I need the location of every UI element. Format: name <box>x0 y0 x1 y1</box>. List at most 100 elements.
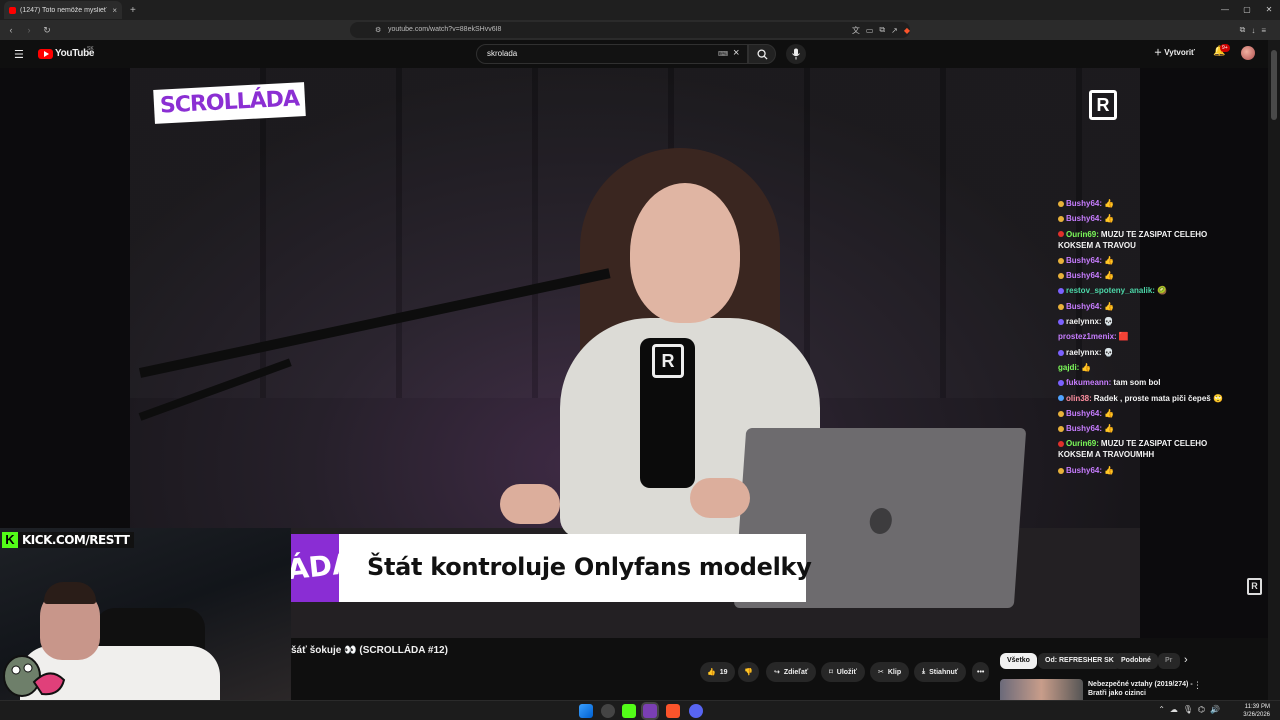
chat-badge-icon <box>1058 426 1064 433</box>
create-button[interactable]: ＋ Vytvoriť <box>1154 47 1195 58</box>
chip-from-channel[interactable]: Od: REFRESHER SK <box>1038 653 1121 669</box>
maximize-button[interactable]: ▢ <box>1236 0 1258 20</box>
brave-browser-icon[interactable] <box>666 704 680 718</box>
system-clock[interactable]: 11:39 PM 3/26/2026 <box>1243 703 1270 719</box>
lower-third-brand: ÁDA <box>291 534 339 602</box>
chip-related[interactable]: Podobné <box>1114 653 1158 669</box>
download-button[interactable]: ⤓ Stiahnuť <box>914 662 967 682</box>
chip-all[interactable]: Všetko <box>1000 653 1037 669</box>
host-hands <box>500 478 760 528</box>
chat-message: Bushy64: 👍 <box>1058 423 1223 434</box>
clip-button[interactable]: ✂ Klip <box>870 662 910 682</box>
chips-next-icon[interactable]: › <box>1184 654 1188 666</box>
chat-text: 👍 <box>1104 408 1114 418</box>
chat-message: raelynnx: 💀 <box>1058 316 1223 327</box>
like-button[interactable]: 👍 19 <box>700 662 735 682</box>
host-face <box>630 183 740 323</box>
chat-username: raelynnx: <box>1066 317 1102 327</box>
hamburger-menu-icon[interactable]: ☰ <box>14 48 24 61</box>
clip-label: Klip <box>887 668 902 676</box>
chat-message: Ourin69: MUZU TE ZASIPAT CELEHO KOKSEM A … <box>1058 229 1223 251</box>
dislike-button[interactable]: 👎 <box>738 662 759 682</box>
clear-search-icon[interactable]: × <box>733 47 739 59</box>
screenshot-icon[interactable]: ⧉ <box>879 25 885 35</box>
back-arrow-icon[interactable]: ‹ <box>4 25 18 35</box>
chat-text: 👍 <box>1104 255 1114 265</box>
search-button[interactable] <box>748 44 776 64</box>
forward-arrow-icon[interactable]: › <box>22 25 36 35</box>
chat-username: restov_spoteny_analik: <box>1066 286 1155 296</box>
url-field[interactable]: youtube.com/watch?v=88ekSHvv6I8 <box>350 22 910 38</box>
save-label: Uložiť <box>836 668 857 676</box>
search-icon <box>757 49 768 60</box>
mic-tray-icon[interactable]: 🎙 <box>1183 705 1193 714</box>
voice-search-button[interactable] <box>786 44 806 64</box>
menu-icon[interactable]: ≡ <box>1261 26 1266 35</box>
save-button[interactable]: ⌑ Uložiť <box>821 662 865 682</box>
share-button[interactable]: ↪ Zdieľať <box>766 662 817 682</box>
chat-badge-icon <box>1058 200 1064 207</box>
chip-more[interactable]: Pr <box>1158 653 1180 669</box>
account-avatar[interactable] <box>1241 46 1255 60</box>
tray-overflow-icon[interactable]: ⌃ <box>1158 705 1165 714</box>
minimize-button[interactable]: — <box>1214 0 1236 20</box>
brave-shield-icon[interactable]: ◆ <box>904 26 910 35</box>
search-input[interactable]: skrolada <box>476 44 748 64</box>
window-controls: — ▢ ✕ <box>1214 0 1280 20</box>
chat-username: Bushy64: <box>1066 301 1103 311</box>
chat-badge-icon <box>1058 216 1064 223</box>
thumbs-up-icon: 👍 <box>707 669 716 676</box>
streamer-hair <box>44 582 96 604</box>
chat-badge-icon <box>1058 303 1064 310</box>
new-tab-button[interactable]: + <box>130 5 136 16</box>
chat-text: 🟥 <box>1118 332 1129 342</box>
chat-text: 👍 <box>1104 424 1114 434</box>
plus-icon: ＋ <box>1154 48 1162 57</box>
recommended-menu-icon[interactable]: ⋮ <box>1193 680 1202 691</box>
cloud-icon[interactable]: ☁ <box>1170 705 1178 714</box>
reload-icon[interactable]: ↻ <box>40 25 54 36</box>
chat-message: fukumeann: tam som bol <box>1058 377 1223 388</box>
chat-text: 👍 <box>1104 214 1114 224</box>
bookmark-save-icon: ⌑ <box>829 669 833 676</box>
site-info-icon[interactable]: ⚙ <box>375 26 381 34</box>
youtube-favicon-icon <box>9 6 16 14</box>
recommended-title[interactable]: Nebezpečné vztahy (2019/274) - Bratři ja… <box>1088 680 1198 698</box>
browser-tab[interactable]: (1247) Toto nemôže myslieť v... × <box>4 1 122 19</box>
chat-message: Bushy64: 👍 <box>1058 255 1223 266</box>
lower-third-title: Štát kontroluje Onlyfans modelky <box>367 553 812 581</box>
clock-date: 3/26/2026 <box>1243 712 1270 718</box>
video-title: šáť šokuje 👀 (SCROLLÁDA #12) <box>291 645 448 656</box>
keyboard-icon[interactable]: ⌨ <box>718 50 728 58</box>
streaming-app-icon[interactable] <box>643 704 657 718</box>
close-tab-icon[interactable]: × <box>112 6 117 15</box>
address-bar-row: ‹ › ↻ ⌑ youtube.com/watch?v=88ekSHvv6I8 … <box>0 20 1280 40</box>
chat-badge-icon <box>1058 231 1064 238</box>
settings-app-icon[interactable] <box>601 704 615 718</box>
kick-url: KICK.COM/RESTT <box>18 532 134 548</box>
volume-icon[interactable]: 🔊 <box>1210 705 1220 714</box>
refresher-logo: R <box>1089 90 1117 120</box>
share-icon[interactable]: ↗ <box>891 26 898 35</box>
chat-overlay: Bushy64: 👍 Bushy64: 👍 Ourin69: MUZU TE ZASIPA… <box>1058 198 1223 480</box>
refresher-watermark: R <box>1247 578 1262 595</box>
kick-app-icon[interactable] <box>622 704 636 718</box>
page-scrollbar[interactable] <box>1268 40 1280 700</box>
chat-badge-icon <box>1058 410 1064 417</box>
chat-message: Bushy64: 👍 <box>1058 301 1223 312</box>
windows-start-icon[interactable] <box>579 704 593 718</box>
chat-badge-icon <box>1058 467 1064 474</box>
extensions-icon[interactable]: ⧉ <box>1240 25 1246 35</box>
network-icon[interactable]: ⌬ <box>1198 705 1205 714</box>
recommended-thumbnail[interactable] <box>1000 679 1083 700</box>
chat-username: Ourin69: <box>1066 439 1099 449</box>
cast-icon[interactable]: ▭ <box>866 26 874 35</box>
more-actions-button[interactable]: ••• <box>972 662 990 682</box>
translate-icon[interactable]: 文 <box>852 25 860 36</box>
close-window-button[interactable]: ✕ <box>1258 0 1280 20</box>
youtube-logo-icon[interactable] <box>38 49 53 59</box>
chat-text: 💀 <box>1103 317 1114 327</box>
chat-text: tam som bol <box>1113 378 1161 388</box>
downloads-icon[interactable]: ↓ <box>1251 26 1255 35</box>
discord-app-icon[interactable] <box>689 704 703 718</box>
